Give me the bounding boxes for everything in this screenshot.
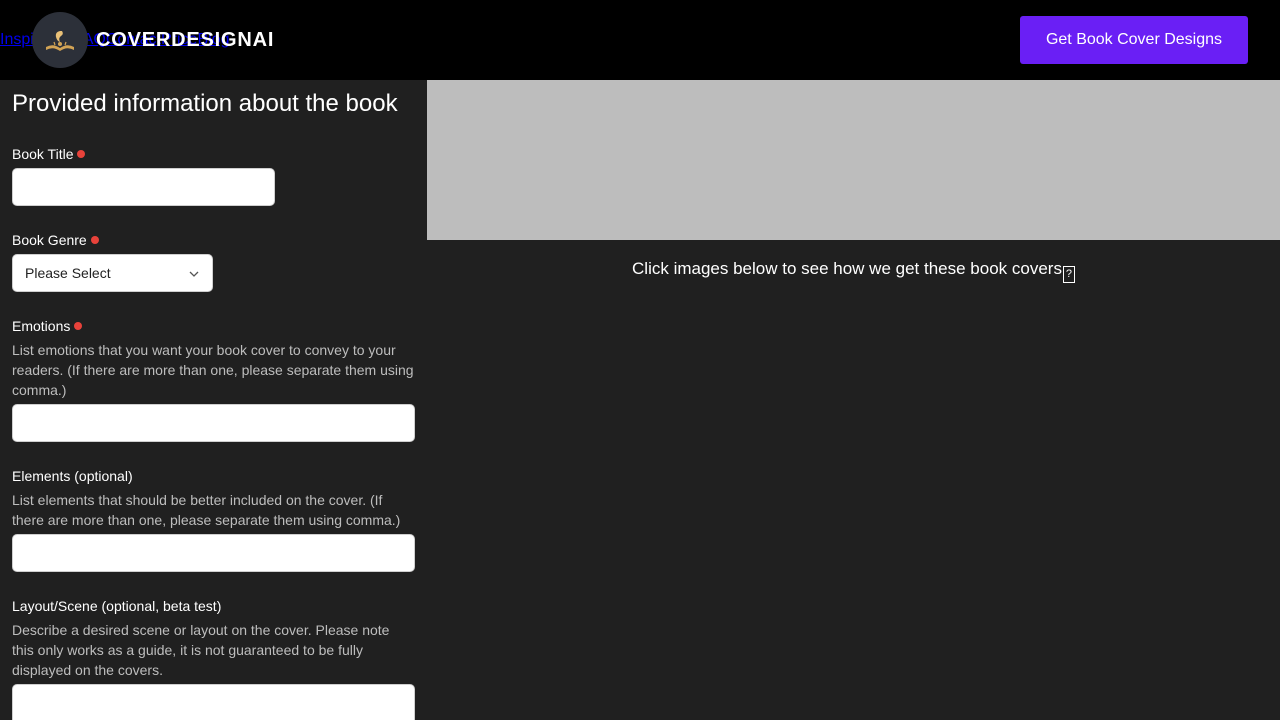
book-genre-select[interactable]: Please Select xyxy=(12,254,213,292)
brand-logo-link[interactable]: COVERDESIGNAI xyxy=(32,12,274,68)
brand-name: COVERDESIGNAI xyxy=(96,28,275,51)
book-title-label-row: Book Title xyxy=(12,146,86,162)
emotions-help-text: List emotions that you want your book co… xyxy=(12,342,414,398)
emotions-label-row: Emotions xyxy=(12,318,83,334)
layout-scene-label: Layout/Scene (optional, beta test) xyxy=(12,598,222,614)
book-title-input[interactable] xyxy=(12,168,275,206)
get-book-cover-designs-button[interactable]: Get Book Cover Designs xyxy=(1020,16,1248,64)
elements-input[interactable] xyxy=(12,534,415,572)
book-logo-icon xyxy=(32,12,88,68)
book-genre-label: Book Genre xyxy=(12,232,87,248)
book-genre-label-row: Book Genre xyxy=(12,232,99,248)
emotions-label: Emotions xyxy=(12,318,71,334)
emotions-input[interactable] xyxy=(12,404,415,442)
top-navigation-bar: COVERDESIGNAI Inspiration FAQ Contact Pr… xyxy=(0,0,1280,80)
chevron-down-icon xyxy=(189,271,199,277)
elements-label: Elements (optional) xyxy=(12,468,133,484)
required-dot-icon xyxy=(90,236,99,244)
form-title: Provided information about the book xyxy=(12,90,398,117)
elements-help-text: List elements that should be better incl… xyxy=(12,492,401,528)
book-genre-selected-value: Please Select xyxy=(25,265,111,281)
cover-preview-banner xyxy=(427,80,1280,240)
required-dot-icon xyxy=(77,150,86,158)
required-dot-icon xyxy=(74,322,83,330)
book-title-label: Book Title xyxy=(12,146,74,162)
layout-scene-help-text: Describe a desired scene or layout on th… xyxy=(12,622,390,678)
preview-caption-row: Click images below to see how we get the… xyxy=(427,259,1280,283)
preview-caption: Click images below to see how we get the… xyxy=(632,259,1062,278)
layout-scene-input[interactable] xyxy=(12,684,415,720)
missing-glyph-icon: ? xyxy=(1062,266,1075,283)
